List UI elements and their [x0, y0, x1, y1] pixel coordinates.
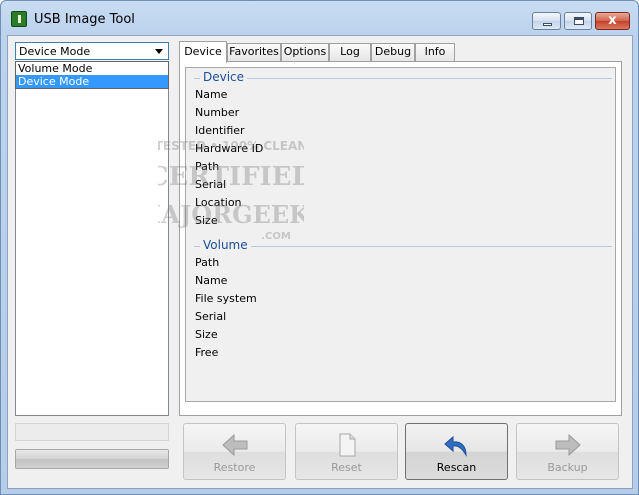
app-window: USB Image Tool x Device Mode Volume Mode…	[0, 0, 639, 495]
mode-selector[interactable]: Device Mode	[15, 42, 169, 60]
mode-option-volume[interactable]: Volume Mode	[16, 62, 168, 75]
volume-label: Name	[195, 274, 228, 287]
backup-button[interactable]: Backup	[516, 423, 619, 480]
volume-label: Serial	[195, 310, 227, 323]
tab-info[interactable]: Info	[415, 43, 455, 61]
tab-debug[interactable]: Debug	[371, 43, 415, 61]
chevron-down-icon[interactable]	[155, 49, 163, 54]
usb-image-tool-app-icon	[11, 11, 27, 27]
watermark-line3: MAJORGEEKS	[158, 200, 304, 229]
restore-button[interactable]: Restore	[183, 423, 286, 480]
watermark-line2: CERTIFIED	[158, 162, 304, 192]
status-field	[15, 423, 169, 441]
device-label: Name	[195, 88, 228, 101]
watermark-line4: .COM	[261, 231, 291, 242]
minimize-icon	[543, 23, 552, 26]
close-button[interactable]: x	[595, 12, 630, 30]
tab-options[interactable]: Options	[281, 43, 329, 61]
volume-label: File system	[195, 292, 257, 305]
watermark-line1: TESTED • 100% CLEAN	[158, 139, 304, 153]
document-icon	[334, 433, 360, 457]
maximize-button[interactable]	[564, 12, 592, 30]
volume-label: Path	[195, 256, 220, 269]
refresh-arrow-icon	[444, 433, 470, 457]
device-label: Identifier	[195, 124, 245, 137]
mode-option-device[interactable]: Device Mode	[16, 75, 168, 88]
restore-button-label: Restore	[213, 461, 256, 474]
device-group-title: Device	[200, 70, 248, 84]
close-icon: x	[608, 13, 617, 28]
tab-device[interactable]: Device	[179, 41, 227, 63]
arrow-right-icon	[555, 433, 581, 457]
tab-favorites[interactable]: Favorites	[227, 43, 281, 61]
tab-log[interactable]: Log	[329, 43, 371, 61]
title-bar[interactable]: USB Image Tool x	[1, 1, 638, 35]
minimize-button[interactable]	[532, 12, 561, 30]
window-title: USB Image Tool	[34, 12, 135, 27]
reset-button[interactable]: Reset	[295, 423, 398, 480]
rescan-button-label: Rescan	[436, 461, 477, 474]
reset-button-label: Reset	[331, 461, 362, 474]
majorgeeks-watermark: TESTED • 100% CLEAN CERTIFIED MAJORGEEKS…	[158, 139, 304, 242]
arrow-left-icon	[222, 433, 248, 457]
device-list[interactable]	[15, 61, 169, 416]
client-area: Device Mode Volume Mode Device Mode Devi…	[7, 35, 633, 489]
backup-button-label: Backup	[547, 461, 588, 474]
maximize-icon	[574, 17, 584, 25]
rescan-button[interactable]: Rescan	[405, 423, 508, 480]
progress-bar	[15, 449, 169, 469]
device-label: Number	[195, 106, 240, 119]
volume-label: Size	[195, 328, 218, 341]
mode-dropdown-list: Volume Mode Device Mode	[15, 61, 169, 89]
mode-selector-value: Device Mode	[19, 45, 91, 58]
volume-label: Free	[195, 346, 219, 359]
device-group-divider	[194, 78, 612, 79]
